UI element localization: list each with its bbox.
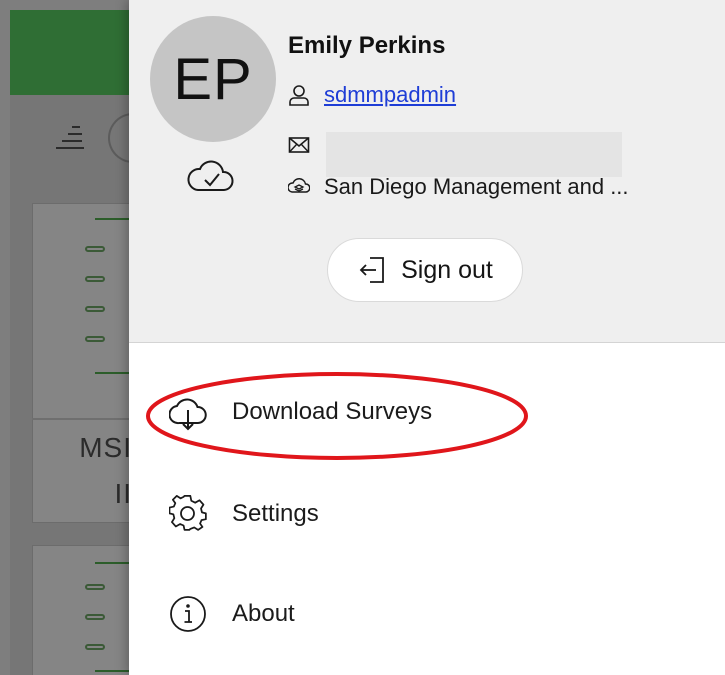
- menu-label-download-surveys: Download Surveys: [232, 398, 433, 425]
- organization-icon: [288, 177, 310, 193]
- side-drawer: EP Emily Perkins sdmmpadmin San Diego Ma…: [129, 0, 725, 675]
- gear-icon: [169, 495, 207, 531]
- mail-icon: [288, 136, 310, 153]
- notebook-icon: [85, 218, 131, 374]
- organization-row: San Diego Management and ...: [288, 174, 629, 200]
- cloud-sync-icon: [187, 160, 234, 191]
- background-card-title-line2: II: [114, 478, 132, 509]
- menu-label-settings: Settings: [232, 500, 319, 527]
- organization-name: San Diego Management and ...: [324, 174, 629, 199]
- sign-out-button[interactable]: Sign out: [327, 238, 523, 302]
- email-value-redacted: [326, 132, 622, 177]
- background-card-title: MSI: [79, 432, 132, 463]
- info-icon: [170, 596, 206, 632]
- sort-icon: [56, 126, 84, 149]
- menu-label-about: About: [232, 600, 295, 627]
- username-row: sdmmpadmin: [288, 82, 456, 108]
- sign-out-label: Sign out: [401, 255, 493, 284]
- user-icon: [289, 85, 309, 106]
- menu-item-settings[interactable]: Settings: [129, 478, 725, 550]
- sign-out-icon: [359, 257, 385, 283]
- menu-item-about[interactable]: About: [129, 578, 725, 650]
- notebook-icon: [85, 562, 131, 672]
- cloud-download-icon: [169, 398, 207, 431]
- user-full-name: Emily Perkins: [288, 32, 446, 59]
- profile-panel: EP Emily Perkins sdmmpadmin San Diego Ma…: [129, 0, 725, 343]
- avatar: EP: [150, 16, 276, 142]
- email-row: [288, 132, 622, 177]
- username-link[interactable]: sdmmpadmin: [324, 82, 456, 108]
- menu-item-download-surveys[interactable]: Download Surveys: [129, 376, 725, 448]
